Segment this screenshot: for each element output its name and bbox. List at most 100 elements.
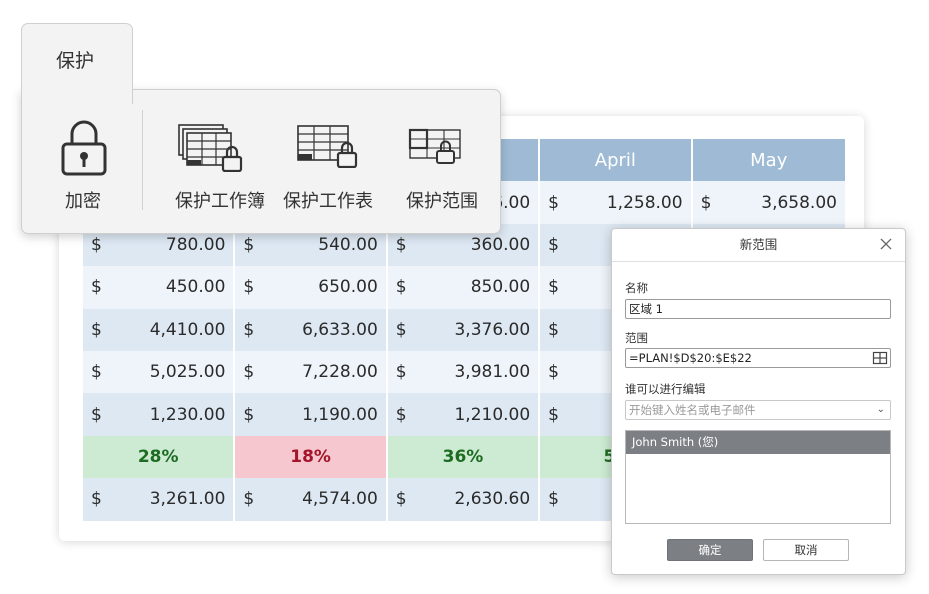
protect-range-button[interactable]: 保护范围 xyxy=(394,90,490,233)
cell-value: 5,025.00 xyxy=(149,362,226,383)
table-cell[interactable]: 28% xyxy=(83,435,236,479)
cell-value: 1,258.00 xyxy=(606,192,683,213)
protect-workbook-button[interactable]: 保护工作簿 xyxy=(160,90,280,233)
currency-symbol: $ xyxy=(395,362,407,383)
cell-value: 3,658.00 xyxy=(761,192,837,213)
table-cell[interactable]: $4,410.00 xyxy=(83,308,236,351)
table-cell[interactable]: $4,574.00 xyxy=(235,478,388,521)
protect-sheet-icon xyxy=(297,125,358,168)
currency-symbol: $ xyxy=(548,234,559,255)
cell-value: 1,190.00 xyxy=(302,404,378,425)
range-field[interactable]: =PLAN!$D$20:$E$22 xyxy=(625,348,891,368)
currency-symbol: $ xyxy=(243,319,255,340)
cell-value: 7,228.00 xyxy=(302,362,378,383)
currency-symbol: $ xyxy=(548,319,559,340)
percent-value: 18% xyxy=(235,435,386,479)
protect-sheet-button[interactable]: 保护工作表 xyxy=(278,90,378,233)
table-cell[interactable]: $3,261.00 xyxy=(83,478,236,521)
select-range-icon[interactable] xyxy=(872,350,888,366)
currency-symbol: $ xyxy=(548,192,559,213)
cell-value: 4,410.00 xyxy=(149,319,226,340)
currency-symbol: $ xyxy=(243,489,255,510)
table-cell[interactable]: $450.00 xyxy=(83,266,236,309)
cancel-button[interactable]: 取消 xyxy=(763,539,849,561)
cell-value: 540.00 xyxy=(318,234,378,255)
table-cell[interactable]: $1,210.00 xyxy=(387,393,541,436)
ok-button[interactable]: 确定 xyxy=(667,539,753,561)
currency-symbol: $ xyxy=(243,362,255,383)
cell-value: 360.00 xyxy=(470,234,531,255)
cell-value: 850.00 xyxy=(470,277,531,298)
protect-workbook-label: 保护工作簿 xyxy=(175,191,265,212)
protect-range-label: 保护范围 xyxy=(406,191,478,212)
currency-symbol: $ xyxy=(548,489,559,510)
cell-value: 1,230.00 xyxy=(149,404,226,425)
column-header-april[interactable]: April xyxy=(540,139,693,182)
encrypt-button[interactable]: 加密 xyxy=(42,90,124,233)
encrypt-label: 加密 xyxy=(65,191,101,212)
ribbon-divider xyxy=(142,110,143,210)
table-cell[interactable]: $2,630.60 xyxy=(387,478,541,521)
currency-symbol: $ xyxy=(395,404,407,425)
currency-symbol: $ xyxy=(395,234,407,255)
percent-value: 28% xyxy=(83,435,234,479)
cell-value: 6,633.00 xyxy=(302,319,378,340)
currency-symbol: $ xyxy=(548,277,559,298)
cell-value: 650.00 xyxy=(318,277,378,298)
column-header-may[interactable]: May xyxy=(692,139,845,182)
cell-value: 450.00 xyxy=(165,277,226,298)
table-cell[interactable]: $3,981.00 xyxy=(387,350,541,394)
range-label: 范围 xyxy=(625,331,648,345)
table-cell[interactable]: $7,228.00 xyxy=(235,350,388,394)
protect-range-icon xyxy=(408,128,461,164)
cell-value: 4,574.00 xyxy=(302,489,378,510)
cell-value: 3,376.00 xyxy=(454,319,531,340)
close-icon[interactable] xyxy=(877,235,895,253)
chevron-down-icon[interactable]: ⌄ xyxy=(877,401,885,419)
currency-symbol: $ xyxy=(91,319,102,340)
table-cell[interactable]: $1,190.00 xyxy=(235,393,388,436)
cell-value: 780.00 xyxy=(165,234,226,255)
currency-symbol: $ xyxy=(243,404,255,425)
currency-symbol: $ xyxy=(548,362,559,383)
currency-symbol: $ xyxy=(243,234,255,255)
table-cell[interactable]: $3,658.00 xyxy=(692,181,845,224)
currency-symbol: $ xyxy=(91,234,102,255)
currency-symbol: $ xyxy=(395,277,407,298)
list-item[interactable]: John Smith (您) xyxy=(626,431,890,454)
lock-icon xyxy=(61,120,107,176)
currency-symbol: $ xyxy=(91,277,102,298)
dialog-title: 新范围 xyxy=(612,229,905,262)
table-cell[interactable]: $650.00 xyxy=(235,266,388,309)
editors-list[interactable]: John Smith (您) xyxy=(625,430,891,524)
percent-value: 36% xyxy=(387,435,539,479)
currency-symbol: $ xyxy=(91,404,102,425)
range-value: =PLAN!$D$20:$E$22 xyxy=(629,351,752,365)
name-label: 名称 xyxy=(625,281,648,295)
name-field[interactable]: 区域 1 xyxy=(625,299,891,319)
protect-sheet-label: 保护工作表 xyxy=(283,191,373,212)
tab-protect-label: 保护 xyxy=(56,50,95,72)
editors-label: 谁可以进行编辑 xyxy=(625,382,706,396)
currency-symbol: $ xyxy=(243,277,255,298)
table-cell[interactable]: $1,258.00 xyxy=(540,181,693,224)
table-cell[interactable]: $1,230.00 xyxy=(83,393,236,436)
table-cell[interactable]: 36% xyxy=(387,435,541,479)
editors-placeholder: 开始键入姓名或电子邮件 xyxy=(629,403,756,417)
currency-symbol: $ xyxy=(395,319,407,340)
cell-value: 1,210.00 xyxy=(454,404,531,425)
table-cell[interactable]: 18% xyxy=(235,435,388,479)
table-cell[interactable]: $5,025.00 xyxy=(83,350,236,394)
currency-symbol: $ xyxy=(548,404,559,425)
cell-value: 3,261.00 xyxy=(149,489,226,510)
tab-joint xyxy=(22,86,130,92)
table-cell[interactable]: $850.00 xyxy=(387,266,541,309)
new-range-dialog: 新范围 名称 区域 1 范围 =PLAN!$D$20:$E$22 谁可以进行编辑… xyxy=(611,228,906,575)
currency-symbol: $ xyxy=(700,192,712,213)
editors-search-input[interactable]: 开始键入姓名或电子邮件 ⌄ xyxy=(625,400,891,420)
protect-ribbon-panel: 加密 保护工作簿 保护工作表 保护范围 xyxy=(21,89,501,234)
cell-value: 2,630.60 xyxy=(454,489,531,510)
table-cell[interactable]: $3,376.00 xyxy=(387,308,541,351)
cell-value: 3,981.00 xyxy=(454,362,531,383)
table-cell[interactable]: $6,633.00 xyxy=(235,308,388,351)
